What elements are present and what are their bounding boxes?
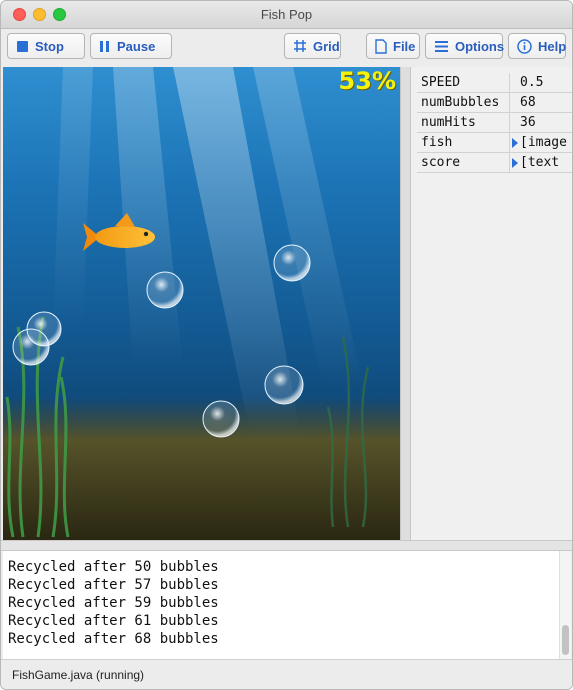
pause-icon — [100, 40, 109, 52]
bubble[interactable] — [264, 365, 304, 405]
grid-button[interactable]: Grid — [284, 33, 341, 59]
console-line: Recycled after 61 bubbles — [8, 613, 219, 629]
options-button[interactable]: Options — [425, 33, 505, 59]
toolbar: Stop Pause Grid File Options Help — [1, 29, 572, 66]
inspector-row[interactable]: fish [image — [417, 133, 572, 153]
progress-readout: 53% — [338, 67, 396, 95]
bubble[interactable] — [12, 328, 50, 366]
console-scrollbar[interactable] — [559, 551, 571, 659]
bubble[interactable] — [202, 400, 240, 438]
bubble[interactable] — [273, 244, 311, 282]
help-button[interactable]: Help — [508, 33, 566, 59]
file-button[interactable]: File — [366, 33, 420, 59]
grid-icon — [294, 40, 306, 52]
file-icon — [375, 38, 387, 54]
window-title: Fish Pop — [260, 7, 313, 22]
sea-floor — [3, 397, 400, 540]
app-window: Fish Pop Stop Pause Grid File Options He… — [0, 0, 573, 690]
console-line: Recycled after 68 bubbles — [8, 631, 219, 647]
inspector-row[interactable]: numBubbles 68 — [417, 93, 572, 113]
variable-value: [image — [520, 135, 567, 150]
console-line: Recycled after 57 bubbles — [8, 577, 219, 593]
variable-name: numBubbles — [421, 95, 500, 110]
console-line: Recycled after 50 bubbles — [8, 559, 219, 575]
underwater-scene — [3, 67, 400, 540]
stop-button[interactable]: Stop — [7, 33, 85, 59]
info-icon — [517, 38, 532, 54]
file-button-label: File — [393, 38, 416, 54]
title-bar: Fish Pop — [1, 1, 572, 29]
game-canvas[interactable]: 53% — [3, 67, 400, 540]
variable-name: score — [421, 155, 461, 170]
help-button-label: Help — [538, 38, 567, 54]
status-bar: FishGame.java (running) — [1, 659, 572, 689]
variable-value: [text — [520, 155, 560, 170]
variable-value: 0.5 — [520, 75, 544, 90]
inspector-row[interactable]: score [text — [417, 153, 572, 173]
inspector-row[interactable]: SPEED 0.5 — [417, 73, 572, 93]
console-output[interactable]: Recycled after 50 bubbles Recycled after… — [3, 551, 571, 659]
variable-name: SPEED — [421, 75, 461, 90]
horizontal-split-handle[interactable] — [1, 540, 572, 551]
pause-button-label: Pause — [117, 38, 156, 54]
console-line: Recycled after 59 bubbles — [8, 595, 219, 611]
scrollbar-thumb[interactable] — [562, 625, 569, 655]
variable-inspector: SPEED 0.5 numBubbles 68 numHits 36 fish … — [411, 67, 572, 540]
pause-button[interactable]: Pause — [90, 33, 172, 59]
variable-value: 68 — [520, 95, 536, 110]
vertical-split-handle[interactable] — [400, 67, 411, 540]
light-ray — [53, 67, 93, 327]
variable-name: fish — [421, 135, 453, 150]
menu-icon — [435, 40, 448, 52]
expand-arrow-icon[interactable] — [512, 158, 518, 168]
inspector-row[interactable]: numHits 36 — [417, 113, 572, 133]
variable-name: numHits — [421, 115, 476, 130]
options-button-label: Options — [455, 38, 505, 54]
status-text: FishGame.java (running) — [12, 668, 145, 682]
bubble[interactable] — [146, 271, 184, 309]
stop-button-label: Stop — [35, 38, 64, 54]
expand-arrow-icon[interactable] — [512, 138, 518, 148]
stop-icon — [17, 40, 28, 52]
variable-value: 36 — [520, 115, 536, 130]
grid-button-label: Grid — [313, 38, 340, 54]
